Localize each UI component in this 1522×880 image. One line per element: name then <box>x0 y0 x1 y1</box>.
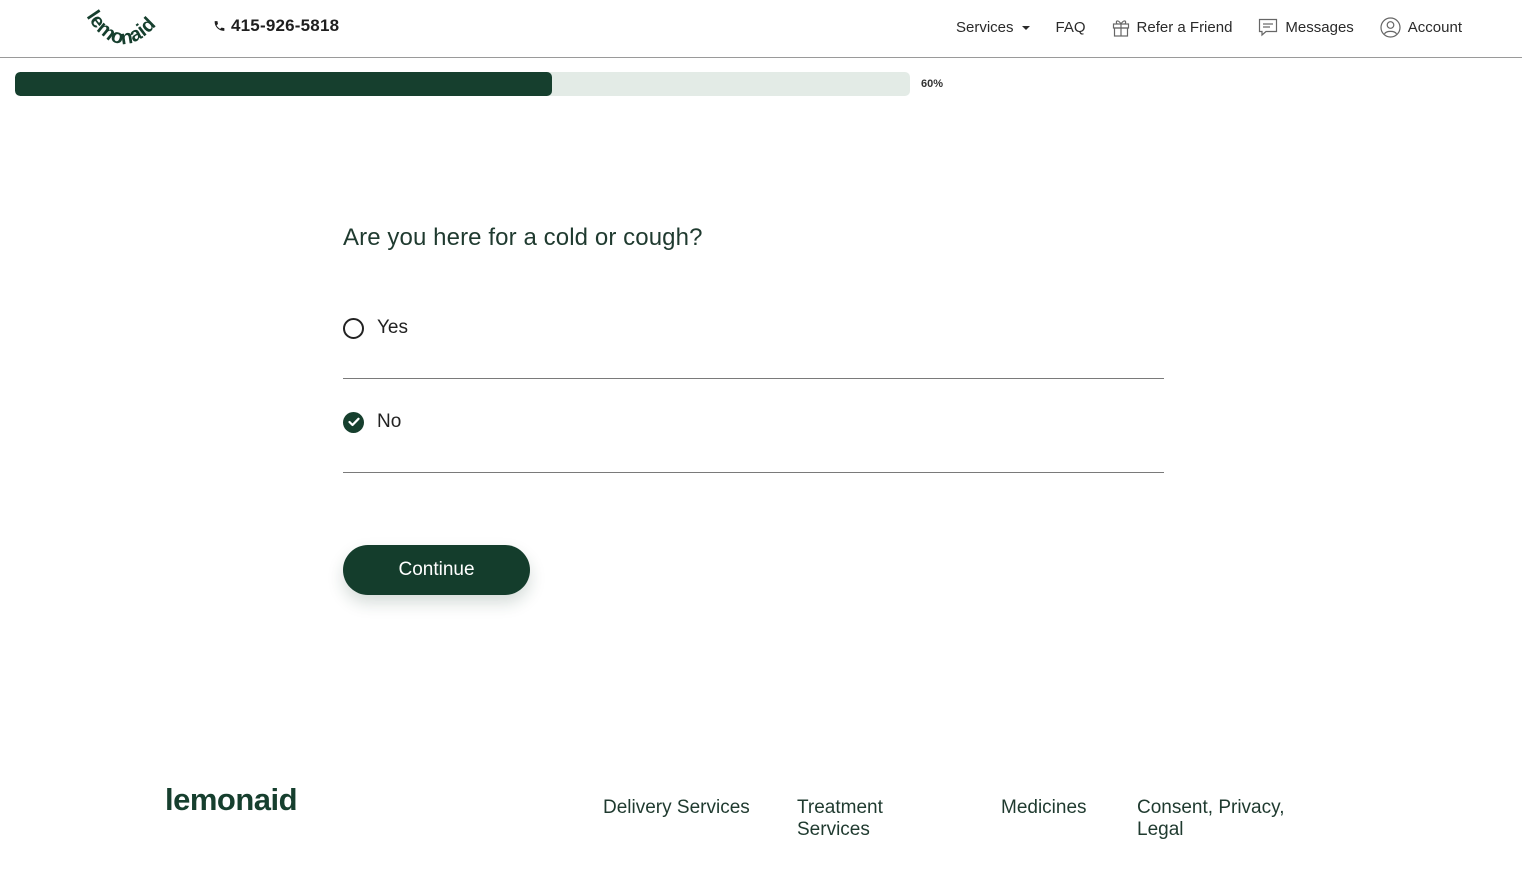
nav-faq-label: FAQ <box>1055 18 1086 36</box>
option-no[interactable]: No <box>343 379 1164 473</box>
radio-unchecked-icon[interactable] <box>343 317 364 339</box>
nav-refer[interactable]: Refer a Friend <box>1112 17 1233 37</box>
phone-number: 415-926-5818 <box>231 16 340 35</box>
footer-link-legal[interactable]: Consent, Privacy, Legal <box>1137 797 1317 841</box>
footer-link-treatment[interactable]: Treatment Services <box>797 797 927 841</box>
phone-link[interactable]: 415-926-5818 <box>213 16 339 36</box>
progress-percent: 60% <box>921 78 944 90</box>
gift-icon <box>1112 20 1129 37</box>
nav-messages[interactable]: Messages <box>1258 17 1354 37</box>
user-circle-icon <box>1380 16 1401 38</box>
message-icon <box>1259 18 1278 37</box>
nav-messages-label: Messages <box>1285 18 1354 36</box>
progress-bar <box>15 72 910 96</box>
footer-logo[interactable]: lemonaid <box>165 782 298 818</box>
question-title: Are you here for a cold or cough? <box>343 224 703 251</box>
continue-button[interactable]: Continue <box>343 545 530 595</box>
main-nav: Services FAQ Refer a Friend Messages Acc… <box>930 12 1462 42</box>
nav-faq[interactable]: FAQ <box>1056 19 1086 36</box>
option-yes-label: Yes <box>377 317 408 338</box>
nav-services[interactable]: Services <box>956 19 1030 36</box>
check-icon <box>347 417 360 427</box>
nav-account-label: Account <box>1407 18 1462 36</box>
option-yes[interactable]: Yes <box>343 285 1164 379</box>
caret-down-icon <box>1021 26 1030 30</box>
footer-link-medicines[interactable]: Medicines <box>1001 797 1087 819</box>
lemonaid-logo[interactable]: lemonaid <box>78 4 173 56</box>
radio-checked-icon[interactable] <box>343 411 364 433</box>
site-header: lemonaid 415-926-5818 Services FAQ Refer… <box>0 0 1522 58</box>
nav-services-label: Services <box>956 18 1014 36</box>
nav-refer-label: Refer a Friend <box>1136 18 1233 36</box>
footer-link-delivery[interactable]: Delivery Services <box>603 797 750 819</box>
phone-icon <box>214 21 225 31</box>
nav-account[interactable]: Account <box>1380 16 1462 38</box>
svg-text:lemonaid: lemonaid <box>82 7 160 50</box>
option-no-label: No <box>377 411 402 432</box>
progress-fill <box>15 72 552 96</box>
